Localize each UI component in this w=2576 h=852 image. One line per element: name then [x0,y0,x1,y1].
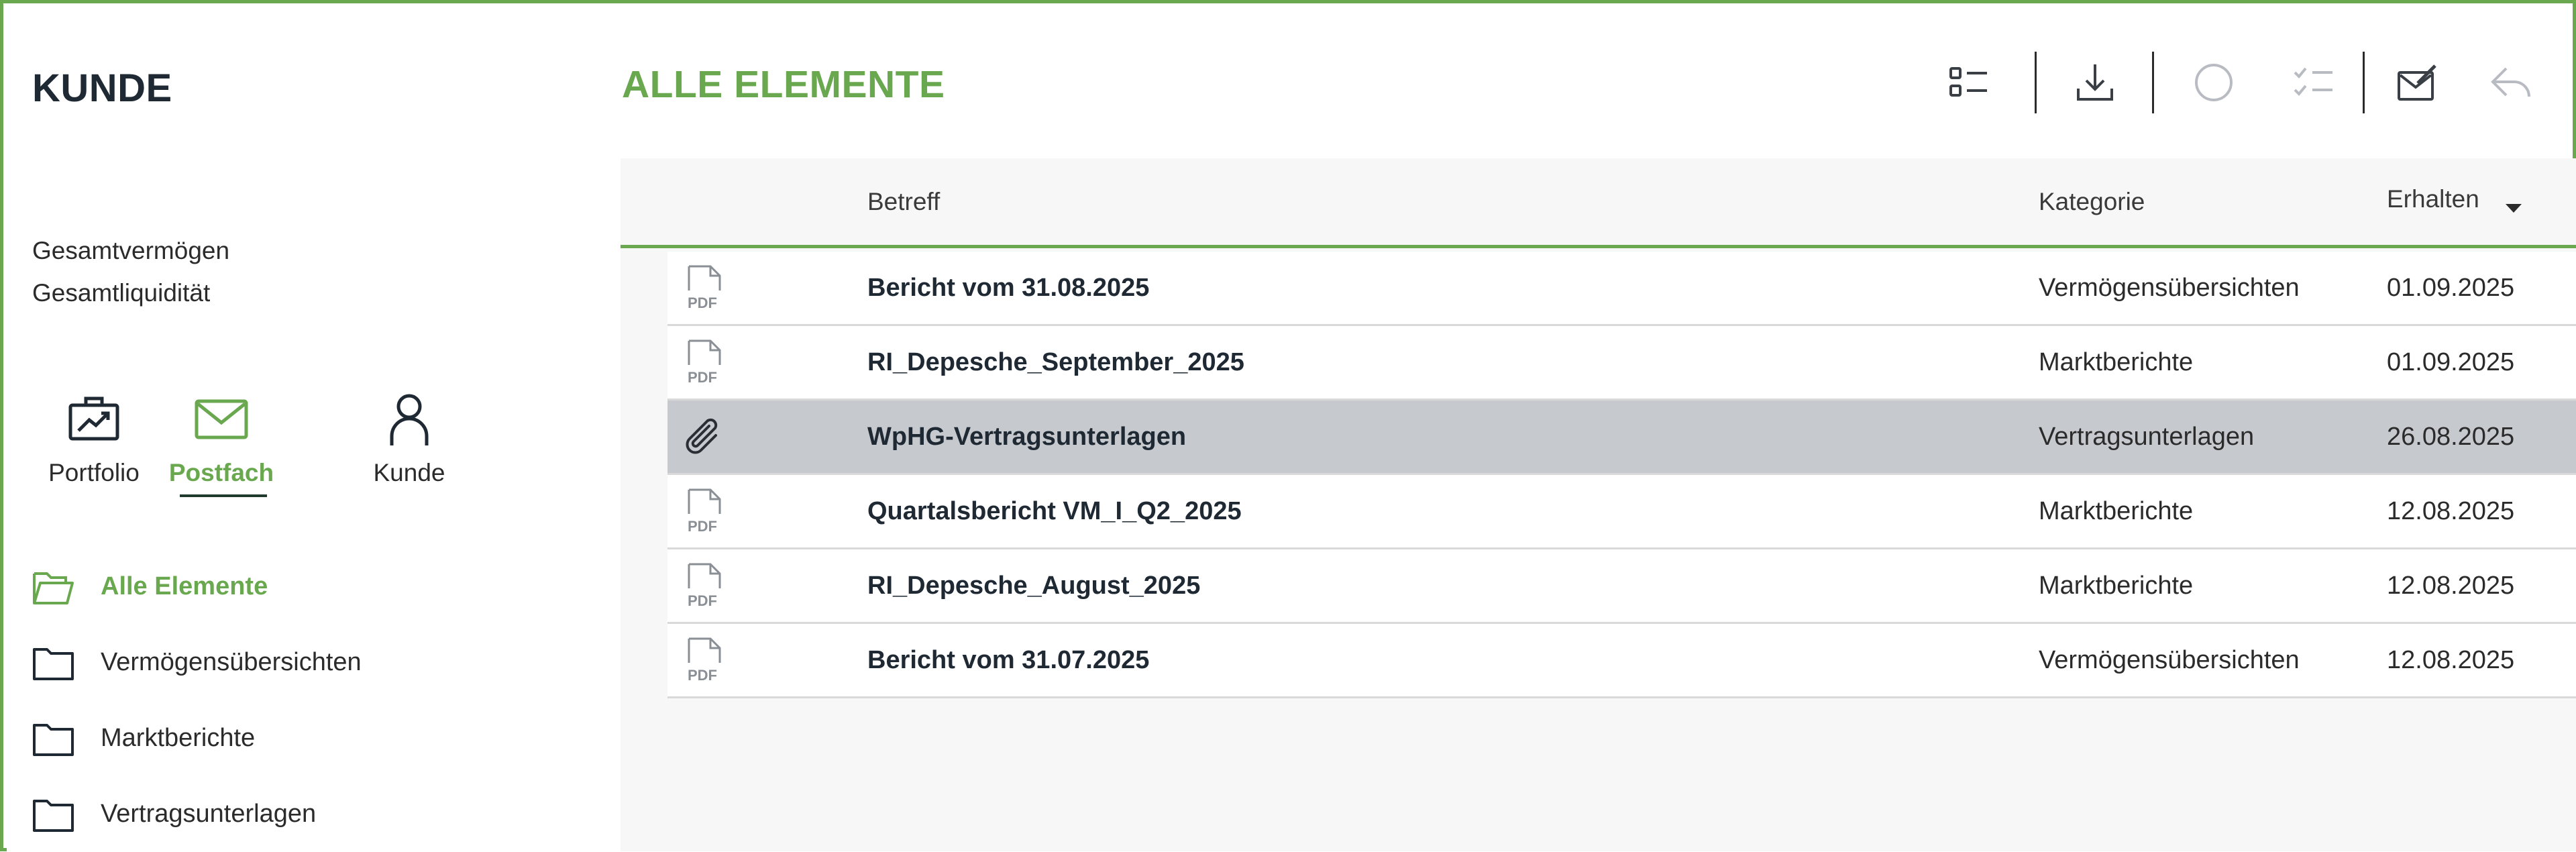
toolbar [1935,49,2553,116]
row-received-date: 01.09.2025 [2387,348,2515,376]
table-row[interactable]: PDF Quartalsbericht VM_I_Q2_2025 Marktbe… [667,475,2576,549]
row-category: Marktberichte [2039,497,2194,525]
folder-alle-elemente[interactable]: Alle Elemente [32,549,609,625]
svg-text:PDF: PDF [688,667,717,684]
checklist-icon [2294,67,2332,96]
main-navigation: Portfolio Postfach Kunde [20,389,530,503]
pdf-icon: PDF [688,339,721,386]
folder-vermoegensuebersichten[interactable]: Vermögensübersichten [32,625,609,700]
folder-list: Alle Elemente Vermögensübersichten Markt… [32,549,609,852]
folder-vertragsunterlagen[interactable]: Vertragsunterlagen [32,776,609,852]
row-received-date: 01.09.2025 [2387,274,2515,302]
row-subject: Bericht vom 31.07.2025 [867,646,1150,674]
table-row[interactable]: PDF RI_Depesche_September_2025 Marktberi… [667,326,2576,401]
nav-tab-portfolio[interactable]: Portfolio [20,389,168,503]
list-view-button[interactable] [1935,49,2002,116]
reply-icon [2491,67,2530,97]
row-subject: Quartalsbericht VM_I_Q2_2025 [867,497,1242,525]
page-title: ALLE ELEMENTE [622,63,945,106]
table-row[interactable]: PDF RI_Depesche_August_2025 Marktbericht… [667,549,2576,624]
row-subject: RI_Depesche_September_2025 [867,348,1244,376]
download-icon [2077,64,2113,101]
svg-text:PDF: PDF [688,518,717,535]
folder-marktberichte[interactable]: Marktberichte [32,700,609,776]
total-liquidity-label: Gesamtliquidität [32,279,211,307]
svg-text:PDF: PDF [688,295,717,311]
row-subject: WpHG-Vertragsunterlagen [867,423,1187,451]
list-view-icon [1949,67,1987,97]
pdf-icon: PDF [688,488,721,535]
row-received-date: 12.08.2025 [2387,646,2515,674]
message-rows: PDF Bericht vom 31.08.2025 Vermögensüber… [667,252,2576,698]
column-header-erhalten[interactable]: Erhalten [2387,185,2479,213]
pdf-icon: PDF [688,265,721,311]
envelope-icon [195,399,248,439]
nav-tab-label: Postfach [168,459,274,486]
sidebar: KUNDE Gesamtvermögen Gesamtliquidität Po… [7,7,621,851]
folder-icon [33,723,74,756]
table-row[interactable]: PDF Bericht vom 31.08.2025 Vermögensüber… [667,252,2576,326]
compose-button[interactable] [2383,49,2451,116]
row-subject: Bericht vom 31.08.2025 [867,274,1150,302]
column-header-kategorie[interactable]: Kategorie [2039,188,2145,216]
row-category: Marktberichte [2039,348,2194,376]
compose-icon [2398,64,2436,101]
app-frame: KUNDE Gesamtvermögen Gesamtliquidität Po… [0,0,2576,851]
row-category: Vermögensübersichten [2039,274,2300,302]
nav-tab-kunde[interactable]: Kunde [335,389,483,503]
row-received-date: 26.08.2025 [2387,423,2515,451]
folder-open-icon [33,572,74,604]
svg-text:PDF: PDF [688,369,717,386]
row-received-date: 12.08.2025 [2387,497,2515,525]
total-assets-label: Gesamtvermögen [32,237,230,264]
nav-tab-label: Kunde [373,459,445,486]
toolbar-divider [2363,52,2365,113]
row-category: Marktberichte [2039,572,2194,600]
row-received-date: 12.08.2025 [2387,572,2515,600]
table-header: Betreff Kategorie Erhalten [621,158,2576,248]
message-list-panel: Betreff Kategorie Erhalten PDF Bericht v… [621,158,2576,851]
nav-tab-label: Portfolio [48,459,140,486]
toolbar-divider [2152,52,2154,113]
folder-label: Vermögensübersichten [101,648,362,676]
toolbar-divider [2035,52,2037,113]
pdf-icon: PDF [688,563,721,609]
row-subject: RI_Depesche_August_2025 [867,572,1201,600]
briefcase-chart-icon [68,396,119,441]
active-tab-indicator [180,494,267,497]
folder-label: Vertragsunterlagen [101,800,317,828]
table-row[interactable]: WpHG-Vertragsunterlagen Vertragsunterlag… [667,401,2576,475]
folder-label: Marktberichte [101,724,256,752]
reply-button[interactable] [2477,49,2544,116]
sort-desc-icon[interactable] [2506,204,2522,213]
folder-label: Alle Elemente [101,572,268,600]
folder-icon [33,647,74,680]
user-icon [390,394,429,445]
nav-tab-postfach[interactable]: Postfach [148,389,295,503]
row-category: Vertragsunterlagen [2039,423,2255,451]
pdf-icon: PDF [688,637,721,684]
client-name: KUNDE [32,66,172,110]
mark-done-button[interactable] [2281,49,2348,116]
paperclip-icon [686,418,718,454]
download-button[interactable] [2061,49,2129,116]
circle-select-icon [2195,64,2233,101]
column-header-betreff[interactable]: Betreff [867,188,940,216]
row-category: Vermögensübersichten [2039,646,2300,674]
svg-text:PDF: PDF [688,592,717,609]
table-row[interactable]: PDF Bericht vom 31.07.2025 Vermögensüber… [667,624,2576,698]
select-all-button[interactable] [2180,49,2247,116]
folder-icon [33,799,74,832]
